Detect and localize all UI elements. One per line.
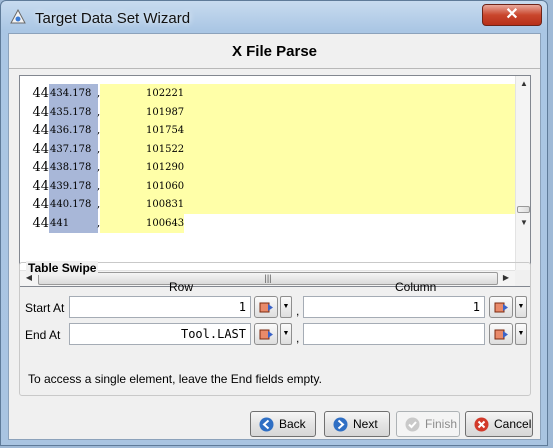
row-index-cell: 44 (20, 158, 49, 177)
x-value-cell: 438.178 (49, 158, 98, 177)
end-column-picker-button[interactable] (489, 323, 513, 345)
x-value-cell: 441 (49, 213, 98, 233)
start-column-dropdown-arrow[interactable]: ▼ (515, 296, 527, 318)
end-row-dropdown-arrow[interactable]: ▼ (280, 323, 292, 345)
row-comma: , (97, 125, 101, 136)
row-comma: , (97, 199, 101, 210)
start-column-picker-button[interactable] (489, 296, 513, 318)
data-row[interactable]: 44 440.178 100831, (20, 195, 515, 214)
cancel-button[interactable]: Cancel (465, 411, 533, 437)
data-row[interactable]: 44 436.178 101754, (20, 121, 515, 140)
data-row[interactable]: 44 437.178 101522, (20, 139, 515, 159)
next-arrow-icon (333, 417, 348, 432)
cancel-x-icon (474, 417, 489, 432)
start-at-label: Start At (25, 301, 65, 315)
cell-picker-icon (494, 329, 508, 340)
y-value-cell: 100643 (100, 213, 515, 233)
row-comma: , (97, 162, 101, 173)
y-value-cell: 101754 (100, 121, 515, 140)
next-button[interactable]: Next (324, 411, 390, 437)
finish-button-label: Finish (425, 417, 458, 431)
row-index-cell: 44 (20, 213, 49, 233)
title-bar: Target Data Set Wizard ✕ (1, 1, 547, 33)
start-separator: , (296, 304, 300, 318)
end-row-picker-button[interactable] (254, 323, 278, 345)
table-swipe-legend: Table Swipe (26, 261, 99, 275)
end-row-field[interactable]: Tool.LAST (69, 323, 251, 345)
data-row[interactable]: 44 441 100643, (20, 213, 515, 233)
data-rows: 44 434.178 102221, 44 435.178 101987, 44 436.17… (20, 76, 515, 270)
y-value-cell: 100831 (100, 195, 515, 214)
cell-picker-icon (494, 302, 508, 313)
y-value-cell: 101290 (100, 158, 515, 177)
end-column-dropdown-arrow[interactable]: ▼ (515, 323, 527, 345)
y-value-cell: 102221 (100, 84, 515, 103)
row-comma: , (97, 106, 101, 118)
x-value-cell: 434.178 (49, 84, 98, 103)
end-column-field[interactable] (303, 323, 485, 345)
page-title: X File Parse (231, 43, 318, 60)
close-icon: ✕ (505, 6, 519, 23)
row-comma: , (97, 143, 101, 155)
row-index-cell: 44 (20, 84, 49, 103)
end-separator: , (296, 331, 300, 345)
start-row-dropdown-arrow[interactable]: ▼ (280, 296, 292, 318)
row-index-cell: 44 (20, 139, 49, 159)
row-index-cell: 44 (20, 176, 49, 196)
vertical-scrollbar[interactable]: ▲ ▼ (515, 76, 530, 270)
data-row[interactable]: 44 439.178 101060, (20, 176, 515, 196)
finish-check-icon (405, 417, 420, 432)
cell-picker-icon (259, 302, 273, 313)
vertical-scroll-thumb[interactable] (517, 206, 530, 213)
row-index-cell: 44 (20, 195, 49, 214)
row-column-header: Row (169, 280, 194, 294)
file-data-view[interactable]: 44 434.178 102221, 44 435.178 101987, 44 436.17… (19, 75, 531, 287)
y-value-cell: 101987 (100, 102, 515, 122)
window-title: Target Data Set Wizard (35, 10, 191, 27)
wizard-window: Target Data Set Wizard ✕ X File Parse 44… (0, 0, 548, 446)
x-value-cell: 440.178 (49, 195, 98, 214)
cell-picker-icon (259, 329, 273, 340)
next-button-label: Next (353, 417, 378, 431)
back-button-label: Back (279, 417, 306, 431)
wizard-client-area: X File Parse 44 434.178 102221, 44 435.178 10… (8, 33, 541, 440)
finish-button[interactable]: Finish (396, 411, 460, 437)
close-window-button[interactable]: ✕ (482, 4, 542, 26)
start-row-picker-button[interactable] (254, 296, 278, 318)
row-comma: , (97, 88, 101, 99)
cancel-button-label: Cancel (494, 417, 532, 431)
data-row[interactable]: 44 438.178 101290, (20, 158, 515, 177)
scroll-up-icon[interactable]: ▲ (517, 79, 530, 88)
column-column-header: Column (395, 280, 437, 294)
wizard-app-icon (10, 9, 26, 24)
x-value-cell: 437.178 (49, 139, 98, 159)
end-at-label: End At (25, 328, 61, 342)
back-button[interactable]: Back (250, 411, 316, 437)
data-row[interactable]: 44 434.178 102221, (20, 84, 515, 103)
back-arrow-icon (259, 417, 274, 432)
x-value-cell: 435.178 (49, 102, 98, 122)
single-element-hint: To access a single element, leave the En… (28, 372, 322, 386)
start-column-field[interactable]: 1 (303, 296, 485, 318)
row-comma: , (97, 180, 101, 192)
y-value-cell: 101060 (100, 176, 515, 196)
row-comma: , (97, 217, 101, 229)
row-index-cell: 44 (20, 121, 49, 140)
row-index-cell: 44 (20, 102, 49, 122)
header-divider (9, 68, 540, 69)
start-row-field[interactable]: 1 (69, 296, 251, 318)
y-value-cell: 101522 (100, 139, 515, 159)
data-row[interactable]: 44 435.178 101987, (20, 102, 515, 122)
x-value-cell: 439.178 (49, 176, 98, 196)
x-value-cell: 436.178 (49, 121, 98, 140)
scroll-down-icon[interactable]: ▼ (517, 218, 530, 227)
